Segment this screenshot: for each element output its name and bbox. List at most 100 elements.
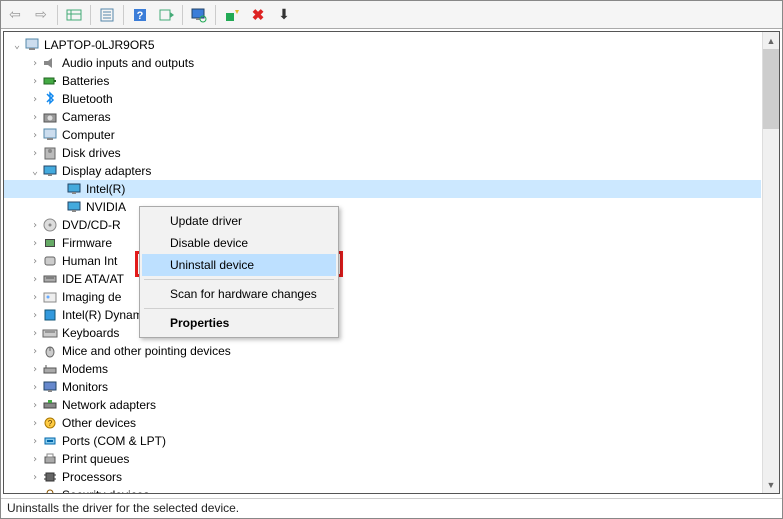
expander-icon[interactable]: ⌄ [28,166,42,177]
properties-button[interactable] [95,4,119,26]
vertical-scrollbar[interactable]: ▲ ▼ [762,32,779,493]
expander-icon[interactable]: › [28,310,42,321]
expander-icon[interactable]: › [28,112,42,123]
scroll-down-button[interactable]: ▼ [763,476,779,493]
tree-category[interactable]: › Print queues [4,450,761,468]
tree-container: ⌄ LAPTOP-0LJR9OR5 › Audio inputs and out… [3,31,780,494]
expander-icon[interactable]: › [28,238,42,249]
computer-icon [24,37,40,53]
scan-button[interactable] [187,4,211,26]
expander-icon[interactable]: › [28,274,42,285]
menu-item[interactable]: Disable device [142,232,336,254]
down-button[interactable]: ⬇ [272,4,296,26]
printer-icon [42,451,58,467]
tree-category[interactable]: › Mice and other pointing devices [4,342,761,360]
tree-device[interactable]: NVIDIA [4,198,761,216]
properties-icon [99,7,115,23]
tree-category[interactable]: › Modems [4,360,761,378]
category-label: Keyboards [62,326,119,340]
menu-item[interactable]: Properties [142,312,336,334]
separator [182,5,183,25]
hid-icon [42,253,58,269]
expander-icon[interactable]: › [28,58,42,69]
tree-category[interactable]: › Intel(R) Dynamic Platform and Thermal … [4,306,761,324]
device-label: NVIDIA [86,200,126,214]
tree-category[interactable]: › ? Other devices [4,414,761,432]
category-label: Ports (COM & LPT) [62,434,166,448]
expander-icon[interactable]: › [28,220,42,231]
category-label: Display adapters [62,164,151,178]
expander-icon[interactable]: › [28,472,42,483]
category-label: Imaging de [62,290,121,304]
action-button[interactable] [154,4,178,26]
tree-category[interactable]: › Batteries [4,72,761,90]
expander-icon[interactable]: › [28,346,42,357]
monitor-icon [42,379,58,395]
tree-category[interactable]: › Cameras [4,108,761,126]
expander-icon[interactable]: › [28,130,42,141]
help-icon: ? [132,7,148,23]
add-legacy-button[interactable] [220,4,244,26]
menu-item[interactable]: Uninstall device [142,254,336,276]
cpu-icon [42,469,58,485]
add-hardware-icon [224,7,240,23]
tree-category[interactable]: › Firmware [4,234,761,252]
tree-category[interactable]: ⌄ Display adapters [4,162,761,180]
menu-item[interactable]: Update driver [142,210,336,232]
back-button[interactable]: ⇦ [3,4,27,26]
tree-category[interactable]: › IDE ATA/AT [4,270,761,288]
tree-category[interactable]: › Computer [4,126,761,144]
tree-category[interactable]: › Keyboards [4,324,761,342]
forward-button[interactable]: ⇨ [29,4,53,26]
tree-category[interactable]: › DVD/CD-R [4,216,761,234]
expander-icon[interactable]: › [28,490,42,494]
tree-category[interactable]: › Bluetooth [4,90,761,108]
category-label: Processors [62,470,122,484]
device-label: Intel(R) [86,182,125,196]
help-button[interactable]: ? [128,4,152,26]
modem-icon [42,361,58,377]
tree-category[interactable]: › Network adapters [4,396,761,414]
tree-category[interactable]: › Monitors [4,378,761,396]
expander-icon[interactable]: › [28,94,42,105]
category-label: IDE ATA/AT [62,272,124,286]
context-menu: Update driverDisable deviceUninstall dev… [139,206,339,338]
expander-icon[interactable]: ⌄ [10,40,24,51]
tree-category[interactable]: › Imaging de [4,288,761,306]
expander-icon[interactable]: › [28,454,42,465]
expander-icon[interactable]: › [28,292,42,303]
expander-icon[interactable]: › [28,400,42,411]
camera-icon [42,109,58,125]
scroll-up-button[interactable]: ▲ [763,32,779,49]
expander-icon[interactable]: › [28,382,42,393]
category-label: DVD/CD-R [62,218,121,232]
expander-icon[interactable]: › [28,418,42,429]
tree-category[interactable]: › Audio inputs and outputs [4,54,761,72]
menu-item[interactable]: Scan for hardware changes [142,283,336,305]
device-tree[interactable]: ⌄ LAPTOP-0LJR9OR5 › Audio inputs and out… [4,32,761,493]
root-label: LAPTOP-0LJR9OR5 [44,38,155,52]
expander-icon[interactable]: › [28,364,42,375]
tree-category[interactable]: › Processors [4,468,761,486]
expander-icon[interactable]: › [28,328,42,339]
category-label: Other devices [62,416,136,430]
svg-text:?: ? [48,419,53,428]
tree-category[interactable]: › Ports (COM & LPT) [4,432,761,450]
scroll-thumb[interactable] [763,49,779,129]
tree-category[interactable]: › Security devices [4,486,761,493]
show-hidden-button[interactable] [62,4,86,26]
tree-root[interactable]: ⌄ LAPTOP-0LJR9OR5 [4,36,761,54]
tree-device[interactable]: Intel(R) [4,180,761,198]
tree-category[interactable]: › Human Int [4,252,761,270]
action-icon [158,7,174,23]
expander-icon[interactable]: › [28,256,42,267]
expander-icon[interactable]: › [28,76,42,87]
display-icon [42,163,58,179]
status-text: Uninstalls the driver for the selected d… [7,501,239,515]
status-bar: Uninstalls the driver for the selected d… [1,498,782,518]
remove-button[interactable]: ✖ [246,4,270,26]
tree-category[interactable]: › Disk drives [4,144,761,162]
expander-icon[interactable]: › [28,148,42,159]
expander-icon[interactable]: › [28,436,42,447]
toolbar: ⇦ ⇨ ? ✖ ⬇ [1,1,782,29]
